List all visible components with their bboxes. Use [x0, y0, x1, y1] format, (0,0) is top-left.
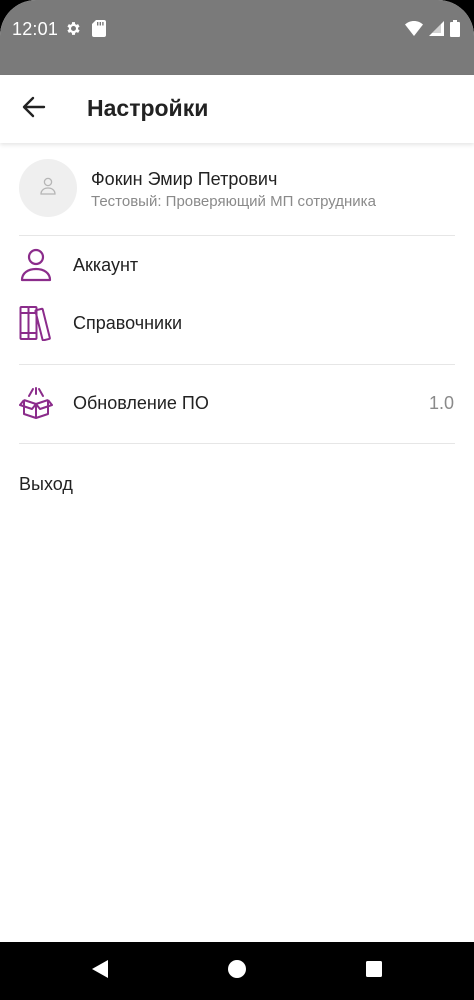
app-bar: Настройки — [0, 75, 474, 143]
home-circle-icon — [227, 959, 247, 984]
system-nav-bar — [0, 942, 474, 1000]
back-button[interactable] — [14, 89, 54, 129]
back-triangle-icon — [90, 959, 110, 984]
settings-content: Фокин Эмир Петрович Тестовый: Проверяющи… — [0, 143, 474, 524]
profile-role: Тестовый: Проверяющий МП сотрудника — [91, 193, 376, 210]
status-icons-left — [65, 20, 106, 42]
person-icon — [39, 177, 57, 200]
avatar — [19, 159, 77, 217]
nav-home-button[interactable] — [225, 959, 249, 983]
profile-card[interactable]: Фокин Эмир Петрович Тестовый: Проверяющи… — [0, 143, 474, 235]
logout-label: Выход — [19, 474, 73, 494]
profile-name: Фокин Эмир Петрович — [91, 169, 278, 189]
version-value: 1.0 — [428, 393, 454, 413]
status-time: 12:01 — [12, 19, 59, 39]
recents-square-icon — [364, 959, 384, 984]
menu-item-update[interactable]: Обновление ПО 1.0 — [0, 374, 474, 432]
page-title: Настройки — [87, 95, 209, 121]
logout-button[interactable]: Выход — [0, 444, 474, 524]
wifi-icon — [405, 21, 423, 41]
menu-item-label: Справочники — [73, 313, 183, 333]
battery-icon — [450, 20, 460, 42]
menu-item-label: Аккаунт — [73, 255, 139, 275]
open-box-icon — [19, 385, 53, 421]
sd-card-icon — [92, 20, 106, 42]
person-outline-icon — [19, 247, 53, 283]
menu-item-directories[interactable]: Справочники — [0, 294, 474, 352]
menu-item-label: Обновление ПО — [73, 393, 209, 413]
status-icons-right — [405, 20, 460, 42]
arrow-left-icon — [22, 96, 46, 123]
cell-signal-icon — [429, 21, 444, 41]
nav-recents-button[interactable] — [362, 959, 386, 983]
gear-icon — [65, 20, 82, 42]
nav-back-button[interactable] — [88, 959, 112, 983]
books-icon — [19, 305, 53, 341]
phone-screen: 12:01 Настройки Фокин Эмир Петрович Тест… — [0, 0, 474, 1000]
menu-item-account[interactable]: Аккаунт — [0, 236, 474, 294]
status-bar: 12:01 — [0, 0, 474, 75]
